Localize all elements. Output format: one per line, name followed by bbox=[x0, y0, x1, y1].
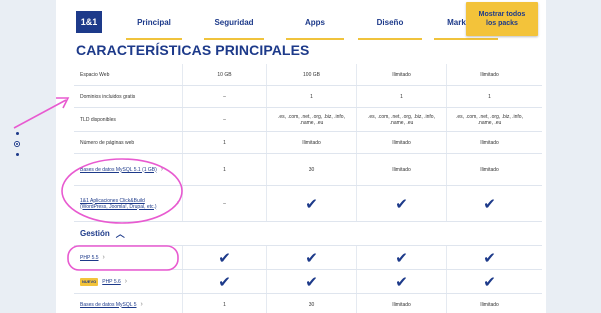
cell-plan-4: Ilimitado bbox=[446, 154, 532, 185]
cell-plan-1: 1 bbox=[182, 154, 266, 185]
check-icon: ✔ bbox=[266, 270, 356, 293]
check-icon: ✔ bbox=[356, 186, 446, 221]
dot-active[interactable] bbox=[14, 141, 20, 147]
check-icon: ✔ bbox=[266, 186, 356, 221]
cell-plan-1: 1 bbox=[182, 132, 266, 153]
cell-plan-3: Ilimitado bbox=[356, 132, 446, 153]
cell-plan-2: Ilimitado bbox=[266, 132, 356, 153]
brand-logo[interactable]: 1&1 bbox=[76, 11, 102, 33]
cell-plan-1: 10 GB bbox=[182, 64, 266, 85]
row-label-link[interactable]: Bases de datos MySQL 5 › bbox=[74, 294, 182, 313]
cell-plan-2: .es, .com, .net, .org, .biz, .info, .nam… bbox=[266, 108, 356, 131]
cell-plan-4: .es, .com, .net, .org, .biz, .info, .nam… bbox=[446, 108, 532, 131]
check-icon: ✔ bbox=[446, 246, 532, 269]
chevron-right-icon: › bbox=[124, 277, 128, 285]
cell-plan-1: 1 bbox=[182, 294, 266, 313]
cell-plan-2: 30 bbox=[266, 154, 356, 185]
cell-plan-3: Ilimitado bbox=[356, 64, 446, 85]
check-icon: ✔ bbox=[182, 246, 266, 269]
nav-diseno[interactable]: Diseño bbox=[358, 18, 422, 40]
table-row: Espacio Web 10 GB 100 GB Ilimitado Ilimi… bbox=[74, 64, 542, 86]
chevron-up-icon[interactable]: ︿ bbox=[116, 227, 125, 240]
cell-plan-1: – bbox=[182, 186, 266, 221]
php55-link[interactable]: PHP 5.5 bbox=[80, 255, 99, 261]
dot[interactable] bbox=[15, 153, 19, 156]
check-icon: ✔ bbox=[266, 246, 356, 269]
section-title: Gestión bbox=[80, 229, 110, 238]
row-label-link[interactable]: PHP 5.5 › bbox=[74, 246, 182, 269]
nav-principal[interactable]: Principal bbox=[126, 18, 182, 40]
chevron-right-icon: › bbox=[160, 165, 164, 173]
check-icon: ✔ bbox=[356, 246, 446, 269]
cell-plan-4: Ilimitado bbox=[446, 64, 532, 85]
cell-plan-3: Ilimitado bbox=[356, 154, 446, 185]
cell-plan-4: 1 bbox=[446, 86, 532, 107]
row-label-link[interactable]: 1&1 Aplicaciones Click&Build (WordPress,… bbox=[74, 186, 182, 221]
cell-plan-3: 1 bbox=[356, 86, 446, 107]
cta-line2: los packs bbox=[486, 20, 518, 27]
section-gestion-header[interactable]: Gestión ︿ bbox=[74, 222, 542, 246]
cell-plan-3: Ilimitado bbox=[356, 294, 446, 313]
mysql5-link[interactable]: Bases de datos MySQL 5 bbox=[80, 302, 137, 308]
new-badge: NUEVO bbox=[80, 277, 99, 286]
row-label: Espacio Web bbox=[80, 71, 110, 78]
row-label: TLD disponibles bbox=[80, 116, 116, 123]
check-icon: ✔ bbox=[356, 270, 446, 293]
table-row: 1&1 Aplicaciones Click&Build (WordPress,… bbox=[74, 186, 542, 222]
mysql-link[interactable]: Bases de datos MySQL 5.1 (1 GB) bbox=[80, 167, 157, 173]
nav-apps[interactable]: Apps bbox=[286, 18, 344, 40]
cell-plan-2: 1 bbox=[266, 86, 356, 107]
table-row: Número de páginas web 1 Ilimitado Ilimit… bbox=[74, 132, 542, 154]
features-table: Espacio Web 10 GB 100 GB Ilimitado Ilimi… bbox=[74, 64, 542, 313]
nav-seguridad[interactable]: Seguridad bbox=[204, 18, 264, 40]
show-all-packs-button[interactable]: Mostrar todos los packs bbox=[466, 2, 538, 36]
cell-plan-2: 100 GB bbox=[266, 64, 356, 85]
dot[interactable] bbox=[15, 132, 19, 135]
row-label-link[interactable]: NUEVO PHP 5.6 › bbox=[74, 270, 182, 293]
table-row: TLD disponibles – .es, .com, .net, .org,… bbox=[74, 108, 542, 132]
page-title: CARACTERÍSTICAS PRINCIPALES bbox=[76, 42, 310, 58]
check-icon: ✔ bbox=[182, 270, 266, 293]
row-label: Número de páginas web bbox=[80, 139, 135, 146]
check-icon: ✔ bbox=[446, 270, 532, 293]
click-build-link[interactable]: 1&1 Aplicaciones Click&Build (WordPress,… bbox=[80, 198, 173, 210]
row-label: Dominios incluidos gratis bbox=[80, 93, 136, 100]
carousel-dots[interactable] bbox=[14, 132, 20, 162]
cell-plan-3: .es, .com, .net, .org, .biz, .info, .nam… bbox=[356, 108, 446, 131]
chevron-right-icon: › bbox=[176, 199, 179, 207]
check-icon: ✔ bbox=[446, 186, 532, 221]
cell-plan-1: – bbox=[182, 86, 266, 107]
table-row: Dominios incluidos gratis – 1 1 1 bbox=[74, 86, 542, 108]
table-row: Bases de datos MySQL 5 › 1 30 Ilimitado … bbox=[74, 294, 542, 313]
chevron-right-icon: › bbox=[102, 253, 105, 261]
table-row: NUEVO PHP 5.6 › ✔ ✔ ✔ ✔ bbox=[74, 270, 542, 294]
cell-plan-2: 30 bbox=[266, 294, 356, 313]
chevron-right-icon: › bbox=[140, 300, 143, 308]
cell-plan-1: – bbox=[182, 108, 266, 131]
table-row: PHP 5.5 › ✔ ✔ ✔ ✔ bbox=[74, 246, 542, 270]
row-label-link[interactable]: Bases de datos MySQL 5.1 (1 GB) › bbox=[74, 154, 182, 185]
table-row: Bases de datos MySQL 5.1 (1 GB) › 1 30 I… bbox=[74, 154, 542, 186]
cta-line1: Mostrar todos bbox=[478, 11, 526, 18]
cell-plan-4: Ilimitado bbox=[446, 132, 532, 153]
comparison-page: 1&1 Principal Seguridad Apps Diseño Mark… bbox=[56, 0, 546, 313]
php56-link[interactable]: PHP 5.6 bbox=[102, 279, 121, 285]
cell-plan-4: Ilimitado bbox=[446, 294, 532, 313]
